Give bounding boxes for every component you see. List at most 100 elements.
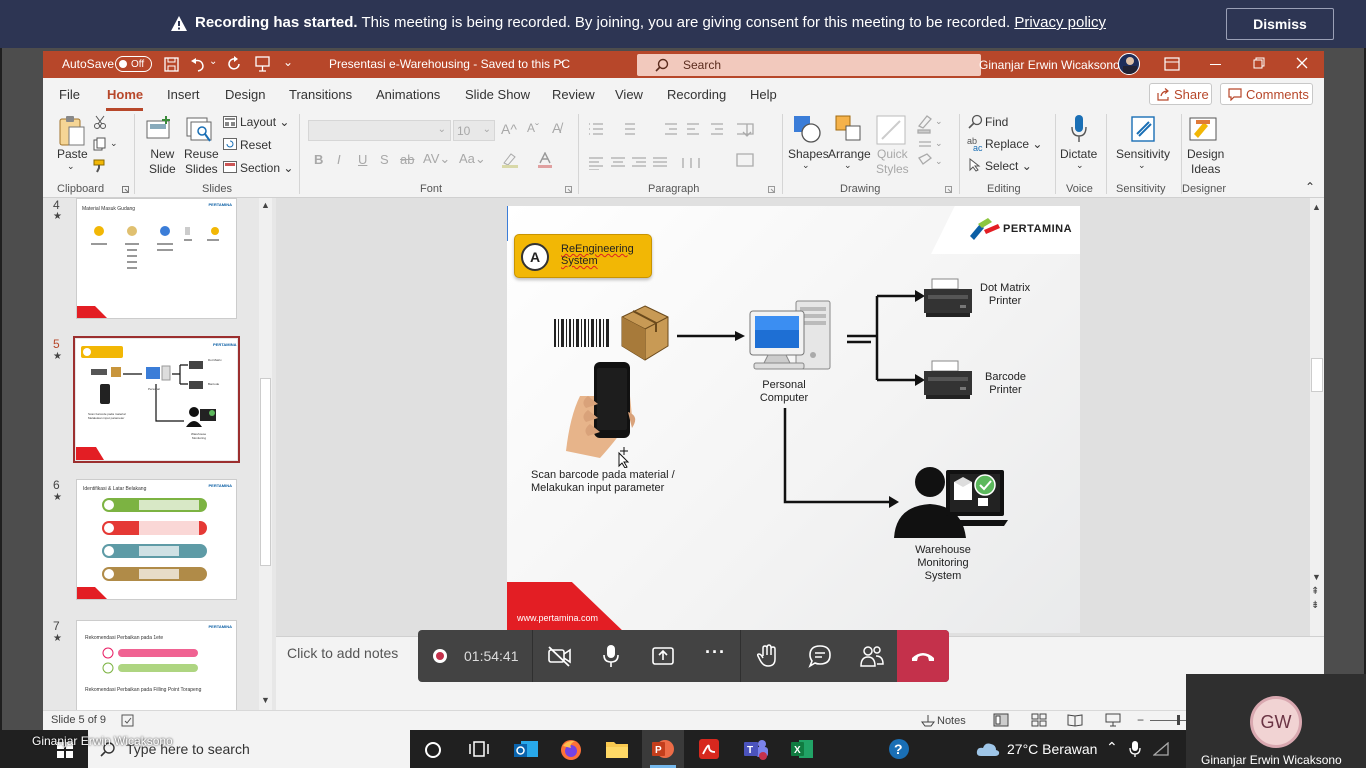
shadow-button[interactable]: S [380, 152, 389, 167]
quick-styles-icon[interactable] [876, 115, 908, 145]
cortana-icon[interactable] [424, 741, 442, 759]
tab-view[interactable]: View [615, 87, 643, 102]
tab-insert[interactable]: Insert [167, 87, 200, 102]
redo-icon[interactable] [226, 56, 242, 72]
paragraph-tools[interactable] [587, 122, 797, 170]
help-icon[interactable]: ? [888, 738, 910, 760]
chat-icon[interactable] [808, 644, 832, 668]
search-box[interactable]: Search [637, 54, 981, 76]
shapes-button[interactable]: Shapes [788, 147, 829, 161]
design-ideas-button[interactable]: Design Ideas [1187, 147, 1224, 177]
slide-sorter-icon[interactable] [1031, 713, 1047, 727]
dismiss-button[interactable]: Dismiss [1226, 8, 1334, 40]
firefox-icon[interactable] [559, 738, 583, 762]
layout-button[interactable]: Layout ⌄ [240, 115, 289, 129]
arrange-icon[interactable] [834, 114, 864, 144]
slide-thumbnail-7[interactable]: Rekomendasi Perbaikan pada 1ete PERTAMIN… [76, 620, 237, 710]
current-slide[interactable]: PERTAMINA A ReEngineering System Scan ba… [507, 206, 1080, 633]
paste-icon[interactable] [58, 115, 86, 147]
camera-off-icon[interactable] [547, 645, 573, 667]
editor-scroll-thumb[interactable] [1311, 358, 1323, 392]
scroll-up-icon[interactable]: ▲ [1312, 202, 1321, 212]
collapse-ribbon-icon[interactable]: ⌃ [1305, 180, 1315, 194]
reading-view-icon[interactable] [1067, 713, 1083, 727]
title-dropdown-icon[interactable]: ⌄ [557, 55, 565, 66]
user-avatar[interactable] [1118, 53, 1140, 75]
slide-thumbnail-6[interactable]: Identifikasi & Latar Belakang PERTAMINA [76, 479, 237, 600]
editor-scrollbar[interactable] [1310, 198, 1324, 636]
scroll-down-icon[interactable]: ▼ [261, 695, 270, 705]
present-icon[interactable] [255, 56, 270, 72]
undo-icon[interactable] [190, 57, 206, 72]
font-launcher-icon[interactable] [565, 186, 572, 193]
tab-transitions[interactable]: Transitions [289, 87, 352, 102]
minimize-icon[interactable] [1210, 64, 1221, 65]
undo-dropdown-icon[interactable]: ⌄ [209, 56, 217, 67]
sensitivity-dropdown-icon[interactable]: ⌄ [1138, 160, 1146, 171]
leave-call-button[interactable] [897, 630, 949, 682]
notes-icon[interactable] [921, 714, 935, 727]
share-button[interactable]: Share [1149, 83, 1212, 105]
task-view-icon[interactable] [469, 740, 489, 758]
section-icon[interactable] [223, 161, 237, 173]
comments-button[interactable]: Comments [1220, 83, 1313, 105]
tab-slide-show[interactable]: Slide Show [465, 87, 530, 102]
drawing-launcher-icon[interactable] [945, 186, 952, 193]
close-icon[interactable] [1296, 57, 1308, 69]
font-family-select[interactable]: ⌄ [308, 120, 451, 141]
notes-placeholder[interactable]: Click to add notes [287, 645, 398, 661]
clear-formatting-icon[interactable]: A̸ [552, 120, 561, 136]
arrange-button[interactable]: Arrange [828, 147, 871, 161]
microphone-icon[interactable] [602, 644, 620, 668]
zoom-out-icon[interactable]: − [1137, 713, 1144, 727]
self-video-tile[interactable]: GW Ginanjar Erwin Wicaksono [1186, 674, 1366, 768]
paste-dropdown-icon[interactable]: ⌄ [67, 161, 75, 172]
font-color-icon[interactable] [537, 152, 553, 168]
raise-hand-icon[interactable] [757, 644, 779, 668]
shapes-icon[interactable] [792, 114, 822, 144]
tab-review[interactable]: Review [552, 87, 595, 102]
bold-button[interactable]: B [314, 152, 323, 167]
copy-dropdown-icon[interactable]: ⌄ [110, 138, 118, 149]
quick-styles-button[interactable]: Quick Styles [876, 147, 909, 177]
scroll-up-icon[interactable]: ▲ [261, 200, 270, 210]
highlight-icon[interactable] [501, 152, 519, 168]
format-painter-icon[interactable] [93, 159, 108, 173]
save-icon[interactable] [164, 57, 179, 72]
dictate-dropdown-icon[interactable]: ⌄ [1076, 160, 1084, 171]
network-icon[interactable] [1153, 742, 1169, 756]
italic-button[interactable]: I [337, 152, 341, 167]
reuse-slides-icon[interactable] [186, 115, 214, 145]
tab-recording[interactable]: Recording [667, 87, 726, 102]
slideshow-view-icon[interactable] [1105, 713, 1121, 727]
powerpoint-icon[interactable]: P [651, 738, 675, 760]
sensitivity-button[interactable]: Sensitivity [1116, 147, 1170, 161]
tray-microphone-icon[interactable] [1129, 740, 1141, 758]
layout-icon[interactable] [223, 116, 237, 128]
weather-text[interactable]: 27°C Berawan [1007, 741, 1097, 757]
paste-button[interactable]: Paste [57, 147, 88, 161]
paragraph-launcher-icon[interactable] [768, 186, 775, 193]
tab-design[interactable]: Design [225, 87, 265, 102]
cut-icon[interactable] [93, 115, 107, 130]
excel-icon[interactable]: X [790, 738, 814, 760]
normal-view-icon[interactable] [993, 713, 1009, 727]
next-slide-icon[interactable]: ⇟ [1311, 600, 1319, 611]
tab-animations[interactable]: Animations [376, 87, 440, 102]
autosave-toggle[interactable]: Off [115, 56, 152, 72]
panel-scroll-thumb[interactable] [260, 378, 271, 566]
slide-thumbnail-4[interactable]: Material Masuk Gudang PERTAMINA [76, 198, 237, 319]
reset-icon[interactable] [223, 138, 237, 150]
restore-icon[interactable] [1253, 57, 1265, 69]
strikethrough-button[interactable]: ab [400, 152, 414, 167]
customize-qat-icon[interactable]: ⌄ [283, 55, 293, 69]
dictate-button[interactable]: Dictate [1060, 147, 1097, 161]
accessibility-icon[interactable] [121, 714, 135, 727]
clipboard-launcher-icon[interactable] [122, 186, 129, 193]
tab-help[interactable]: Help [750, 87, 777, 102]
char-spacing-icon[interactable]: AV⌄ [423, 151, 450, 167]
design-ideas-icon[interactable] [1188, 114, 1218, 144]
replace-button[interactable]: Replace ⌄ [985, 137, 1042, 151]
slide-thumbnail-5[interactable]: Dot Matrix Barcode Personal Scan barcode p… [76, 339, 237, 460]
reuse-slides-button[interactable]: Reuse Slides [184, 147, 219, 177]
